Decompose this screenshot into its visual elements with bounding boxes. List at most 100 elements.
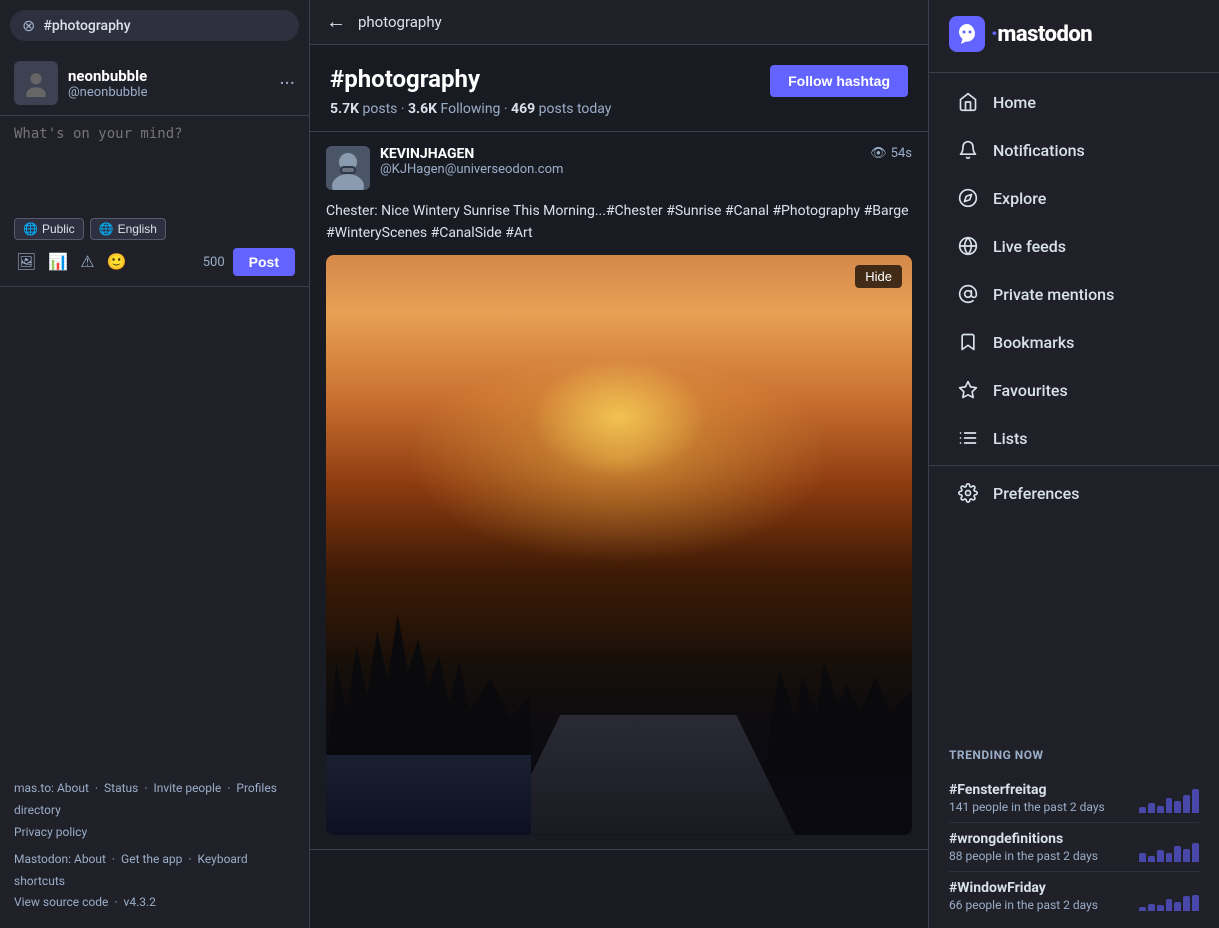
trending-info-1: #wrongdefinitions 88 people in the past … — [949, 831, 1098, 863]
nav-label-notifications: Notifications — [993, 141, 1085, 160]
post-author-handle: @KJHagen@universeodon.com — [380, 162, 860, 177]
trending-info-0: #Fensterfreitag 141 people in the past 2… — [949, 782, 1105, 814]
compose-area: 🌐 Public 🌐 English 🖼 📊 ⚠ 🙂 500 Post — [0, 116, 309, 287]
post-avatar-svg — [326, 146, 370, 190]
close-icon[interactable]: ⊗ — [22, 16, 35, 35]
user-display-name: neonbubble — [68, 67, 269, 85]
post-meta: KEVINJHAGEN @KJHagen@universeodon.com — [380, 146, 860, 177]
nav-divider-mid — [929, 465, 1219, 466]
footer-about-link[interactable]: About — [57, 781, 89, 795]
follow-hashtag-button[interactable]: Follow hashtag — [770, 65, 908, 97]
trending-item-2[interactable]: #WindowFriday 66 people in the past 2 da… — [949, 872, 1199, 920]
main-content: ← photography #photography 5.7K posts · … — [310, 0, 929, 928]
hide-button[interactable]: Hide — [855, 265, 902, 288]
bar — [1192, 789, 1199, 813]
nav-item-live-feeds[interactable]: Live feeds — [937, 223, 1211, 269]
hashtag-hero: #photography 5.7K posts · 3.6K Following… — [310, 45, 928, 132]
trending-count-2: 66 people in the past 2 days — [949, 898, 1098, 912]
posts-count: 5.7K — [330, 101, 359, 117]
lang-icon: 🌐 — [99, 222, 114, 236]
image-attach-icon[interactable]: 🖼 — [14, 250, 38, 274]
post-author-name: KEVINJHAGEN — [380, 146, 860, 162]
sep5: · — [188, 852, 191, 866]
trending-chart-2 — [1139, 881, 1199, 911]
post-image — [326, 255, 912, 835]
language-selector[interactable]: 🌐 English — [90, 218, 166, 240]
mastodon-logo: ·mastodon — [929, 0, 1219, 68]
list-icon — [957, 427, 979, 449]
nav-item-preferences[interactable]: Preferences — [937, 470, 1211, 516]
bar — [1183, 795, 1190, 813]
nav-label-lists: Lists — [993, 429, 1028, 448]
trending-item-0[interactable]: #Fensterfreitag 141 people in the past 2… — [949, 774, 1199, 823]
sep1: · — [95, 781, 98, 795]
globe-icon — [957, 235, 979, 257]
bar — [1157, 850, 1164, 862]
mastodon-logo-icon — [949, 16, 985, 52]
star-icon — [957, 379, 979, 401]
visibility-selector[interactable]: 🌐 Public — [14, 218, 84, 240]
nav-item-bookmarks[interactable]: Bookmarks — [937, 319, 1211, 365]
home-icon — [957, 91, 979, 113]
post-header: KEVINJHAGEN @KJHagen@universeodon.com 👁 … — [326, 146, 912, 190]
trending-tag-2: #WindowFriday — [949, 880, 1098, 896]
footer-links-row3: Mastodon: About · Get the app · Keyboard… — [14, 849, 295, 892]
footer-links-row4: View source code · v4.3.2 — [14, 892, 295, 914]
poll-icon[interactable]: 📊 — [46, 250, 70, 274]
warning-icon[interactable]: ⚠ — [78, 250, 96, 274]
hashtag-stats: 5.7K posts · 3.6K Following · 469 posts … — [330, 101, 611, 117]
user-handle: @neonbubble — [68, 85, 269, 100]
footer-invite-link[interactable]: Invite people — [153, 781, 221, 795]
nav-item-home[interactable]: Home — [937, 79, 1211, 125]
bar — [1139, 807, 1146, 813]
nav-item-lists[interactable]: Lists — [937, 415, 1211, 461]
compose-input[interactable] — [14, 126, 295, 206]
footer-about2-link[interactable]: About — [74, 852, 106, 866]
footer-app-link[interactable]: Get the app — [121, 852, 182, 866]
logo-word: mastodon — [997, 22, 1092, 47]
footer-privacy-link[interactable]: Privacy policy — [14, 825, 87, 839]
main-header: ← photography — [310, 0, 928, 45]
trending-info-2: #WindowFriday 66 people in the past 2 da… — [949, 880, 1098, 912]
avatar-image — [22, 69, 50, 97]
post-text: Chester: Nice Wintery Sunrise This Morni… — [326, 203, 909, 241]
trending-section: TRENDING NOW #Fensterfreitag 141 people … — [929, 732, 1219, 928]
post-time: 👁 54s — [870, 146, 912, 161]
today-label: posts today — [539, 101, 612, 117]
nav-item-notifications[interactable]: Notifications — [937, 127, 1211, 173]
footer-status-link[interactable]: Status — [104, 781, 138, 795]
emoji-icon[interactable]: 🙂 — [105, 250, 129, 274]
at-icon — [957, 283, 979, 305]
footer-source-link[interactable]: View source code — [14, 895, 108, 909]
more-options-icon[interactable]: ··· — [279, 71, 295, 95]
hashtag-info: #photography 5.7K posts · 3.6K Following… — [330, 65, 611, 117]
compass-icon — [957, 187, 979, 209]
version-label: v4.3.2 — [124, 895, 156, 909]
mastodon-label: Mastodon — [14, 852, 68, 866]
post-button[interactable]: Post — [233, 248, 295, 276]
search-bar[interactable]: ⊗ #photography — [10, 10, 299, 41]
bell-icon — [957, 139, 979, 161]
trending-item-1[interactable]: #wrongdefinitions 88 people in the past … — [949, 823, 1199, 872]
post-image-wrap: Hide — [326, 255, 912, 835]
sep3: · — [227, 781, 230, 795]
nav-item-private-mentions[interactable]: Private mentions — [937, 271, 1211, 317]
language-label: English — [118, 222, 157, 236]
footer-links-row1: mas.to: About · Status · Invite people ·… — [14, 778, 295, 821]
trending-tag-0: #Fensterfreitag — [949, 782, 1105, 798]
back-button[interactable]: ← — [326, 12, 346, 32]
bar — [1166, 798, 1173, 813]
bar — [1192, 843, 1199, 863]
bookmark-icon — [957, 331, 979, 353]
avatar[interactable] — [14, 61, 58, 105]
nav-label-favourites: Favourites — [993, 381, 1068, 400]
footer-links-row2: Privacy policy — [14, 822, 295, 844]
nav-item-favourites[interactable]: Favourites — [937, 367, 1211, 413]
post-item: KEVINJHAGEN @KJHagen@universeodon.com 👁 … — [310, 132, 928, 850]
trending-count-1: 88 people in the past 2 days — [949, 849, 1098, 863]
nav-item-explore[interactable]: Explore — [937, 175, 1211, 221]
bar — [1192, 895, 1199, 912]
search-tag-text: #photography — [43, 18, 130, 34]
post-content: Chester: Nice Wintery Sunrise This Morni… — [326, 200, 912, 245]
post-avatar[interactable] — [326, 146, 370, 190]
